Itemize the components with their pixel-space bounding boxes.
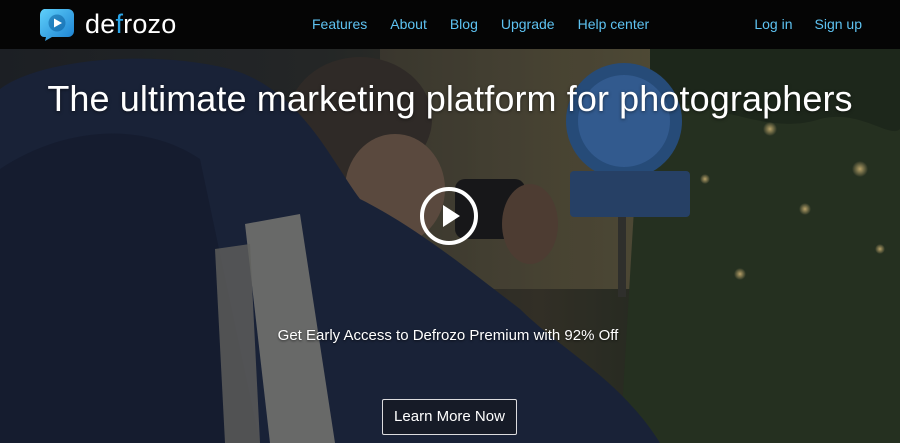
- nav-help-center-link[interactable]: Help center: [578, 0, 650, 49]
- nav-upgrade-link[interactable]: Upgrade: [501, 0, 555, 49]
- hero-subline: Get Early Access to Defrozo Premium with…: [277, 327, 619, 344]
- brand-logo[interactable]: defrozo: [38, 7, 176, 41]
- nav-features-link[interactable]: Features: [312, 0, 367, 49]
- play-bubble-logo-icon: [39, 9, 74, 41]
- top-nav-bar: defrozo Features About Blog Upgrade Help…: [0, 0, 900, 49]
- main-nav: Features About Blog Upgrade Help center: [312, 0, 649, 49]
- learn-more-button[interactable]: Learn More Now: [382, 399, 517, 435]
- brand-name: defrozo: [85, 9, 177, 39]
- nav-blog-link[interactable]: Blog: [450, 0, 478, 49]
- play-circle-icon[interactable]: [419, 186, 479, 246]
- signup-link[interactable]: Sign up: [815, 0, 862, 49]
- login-link[interactable]: Log in: [754, 0, 792, 49]
- account-nav: Log in Sign up: [732, 0, 862, 49]
- nav-about-link[interactable]: About: [390, 0, 427, 49]
- hero-section: The ultimate marketing platform for phot…: [0, 49, 900, 443]
- hero-headline: The ultimate marketing platform for phot…: [47, 78, 853, 119]
